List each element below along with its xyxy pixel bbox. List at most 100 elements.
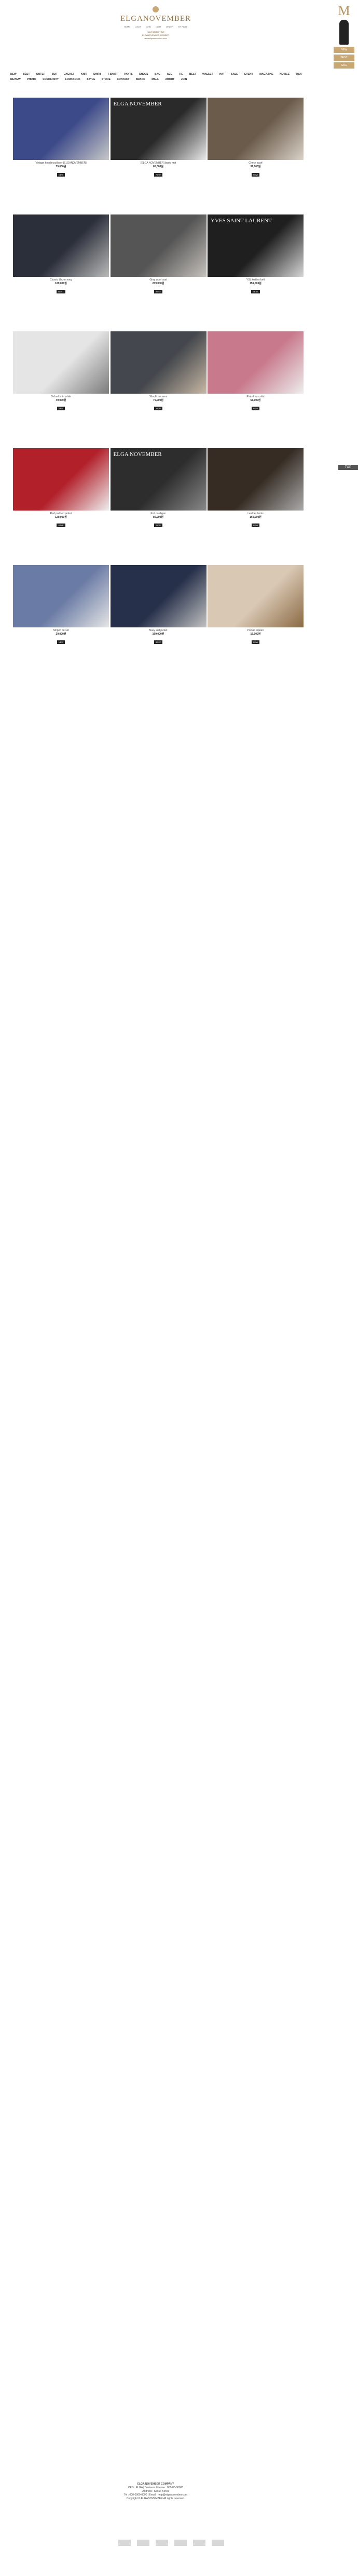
category-item[interactable]: Q&A	[296, 72, 301, 77]
scroll-top-button[interactable]: TOP	[338, 465, 358, 470]
category-item[interactable]: EVENT	[244, 72, 253, 77]
product-name[interactable]: Navy suit jacket	[111, 629, 206, 633]
category-item[interactable]: BAG	[155, 72, 160, 77]
product-name[interactable]: Classic blazer navy	[13, 278, 109, 282]
product-card[interactable]: Oxford shirt white 49,000원 NEW	[13, 331, 109, 443]
product-card[interactable]: Vintage hoodie pullover [ELGANOVEMBER] 75…	[13, 98, 109, 209]
topnav-mypage[interactable]: MY PAGE	[178, 25, 187, 28]
category-item[interactable]: REVIEW	[10, 77, 21, 82]
category-item[interactable]: TIE	[179, 72, 183, 77]
sidebar-best-button[interactable]: BEST	[334, 55, 354, 61]
category-item[interactable]: ABOUT	[166, 77, 175, 82]
partner-logo-icon[interactable]	[174, 2540, 187, 2546]
product-image[interactable]	[208, 331, 304, 394]
product-image[interactable]	[13, 214, 109, 277]
product-image[interactable]	[110, 565, 206, 627]
product-card[interactable]: Navy suit jacket 199,000원 BEST	[110, 565, 206, 677]
product-name[interactable]: Knit cardigan	[111, 512, 206, 516]
category-item[interactable]: KNIT	[81, 72, 87, 77]
category-item[interactable]: SHIRT	[93, 72, 101, 77]
product-name[interactable]: Striped tie set	[13, 629, 109, 633]
product-badge: NEW	[57, 173, 65, 177]
sidebar-logo[interactable]: M	[331, 4, 357, 18]
partner-logo-icon[interactable]	[156, 2540, 168, 2546]
product-name[interactable]: Oxford shirt white	[13, 395, 109, 399]
partner-logo-icon[interactable]	[193, 2540, 205, 2546]
product-card[interactable]: Check scarf 39,000원 NEW	[208, 98, 304, 209]
category-item[interactable]: BEST	[23, 72, 30, 77]
product-card[interactable]: Pocket square 19,000원 NEW	[208, 565, 304, 677]
product-name[interactable]: Red padded jacket	[13, 512, 109, 516]
product-name[interactable]: Check scarf	[208, 162, 304, 165]
category-item[interactable]: STORE	[102, 77, 111, 82]
category-item[interactable]: PHOTO	[27, 77, 36, 82]
product-price: 89,000원	[153, 516, 163, 519]
product-card[interactable]: Striped tie set 29,000원 NEW	[13, 565, 109, 677]
product-name[interactable]: Leather boots	[208, 512, 304, 516]
category-item[interactable]: NOTICE	[280, 72, 290, 77]
category-item[interactable]: T-SHIRT	[107, 72, 117, 77]
category-item[interactable]: PANTS	[124, 72, 133, 77]
topnav-order[interactable]: ORDER	[166, 25, 173, 28]
category-item[interactable]: CONTACT	[117, 77, 129, 82]
product-image[interactable]	[110, 214, 206, 277]
product-image[interactable]: ELGA NOVEMBER	[110, 448, 206, 511]
category-item[interactable]: SUIT	[52, 72, 58, 77]
product-image[interactable]	[208, 565, 304, 627]
category-item[interactable]: BRAND	[136, 77, 145, 82]
category-item[interactable]: JACKET	[64, 72, 74, 77]
category-item[interactable]: HAT	[219, 72, 225, 77]
product-name[interactable]: Gray wool coat	[111, 278, 206, 282]
product-image[interactable]	[208, 448, 304, 511]
product-price: 75,000원	[56, 165, 66, 168]
category-item[interactable]: MALL	[152, 77, 159, 82]
product-card[interactable]: Slim fit trousers 79,000원 NEW	[110, 331, 206, 443]
category-item[interactable]: JOIN	[181, 77, 187, 82]
sidebar-new-button[interactable]: NEW	[334, 47, 354, 53]
category-item[interactable]: LOOKBOOK	[65, 77, 80, 82]
product-card[interactable]: Pink dress shirt 55,000원 NEW	[208, 331, 304, 443]
category-item[interactable]: SHOES	[139, 72, 148, 77]
partner-logo-icon[interactable]	[212, 2540, 224, 2546]
topnav-home[interactable]: HOME	[124, 25, 130, 28]
product-card[interactable]: Gray wool coat 239,000원 BEST	[110, 214, 206, 326]
category-item[interactable]: NEW	[10, 72, 17, 77]
product-image[interactable]: YVES SAINT LAURENT	[208, 214, 304, 277]
product-name[interactable]: Pocket square	[208, 629, 304, 633]
category-item[interactable]: MAGAZINE	[259, 72, 273, 77]
product-name[interactable]: Vintage hoodie pullover [ELGANOVEMBER]	[13, 162, 109, 165]
category-item[interactable]: STYLE	[87, 77, 95, 82]
category-item[interactable]: WALLET	[202, 72, 213, 77]
product-image[interactable]	[13, 98, 109, 160]
product-card[interactable]: ELGA NOVEMBER Knit cardigan 89,000원 NEW	[110, 448, 206, 560]
product-card[interactable]: ELGA NOVEMBER [ELGA NOVEMBER] basic knit 6…	[110, 98, 206, 209]
product-card[interactable]: Leather boots 169,000원 NEW	[208, 448, 304, 560]
sidebar-sale-button[interactable]: SALE	[334, 62, 354, 69]
product-name[interactable]: Pink dress shirt	[208, 395, 304, 399]
category-item[interactable]: COMMUNITY	[43, 77, 59, 82]
logo-icon[interactable]	[153, 6, 159, 12]
partner-logo-icon[interactable]	[137, 2540, 149, 2546]
product-image[interactable]	[208, 98, 304, 160]
topnav-login[interactable]: LOGIN	[135, 25, 141, 28]
product-name[interactable]: Slim fit trousers	[111, 395, 206, 399]
category-item[interactable]: ACC	[167, 72, 173, 77]
category-item[interactable]: SALE	[231, 72, 238, 77]
category-item[interactable]: BELT	[189, 72, 196, 77]
product-name[interactable]: YSL leather belt	[208, 278, 304, 282]
product-card[interactable]: Red padded jacket 129,000원 SALE	[13, 448, 109, 560]
category-item[interactable]: OUTER	[36, 72, 46, 77]
product-badge: BEST	[57, 290, 65, 293]
product-card[interactable]: Classic blazer navy 189,000원 BEST	[13, 214, 109, 326]
topnav-cart[interactable]: CART	[156, 25, 161, 28]
product-image[interactable]	[110, 331, 206, 394]
product-image[interactable]	[13, 331, 109, 394]
brand-logo[interactable]: ELGANOVEMBER	[0, 15, 311, 23]
product-image[interactable]	[13, 448, 109, 511]
topnav-join[interactable]: JOIN	[146, 25, 151, 28]
product-card[interactable]: YVES SAINT LAURENT YSL leather belt 159,00…	[208, 214, 304, 326]
product-name[interactable]: [ELGA NOVEMBER] basic knit	[111, 162, 206, 165]
product-image[interactable]: ELGA NOVEMBER	[110, 98, 206, 160]
product-image[interactable]	[13, 565, 109, 627]
partner-logo-icon[interactable]	[118, 2540, 131, 2546]
